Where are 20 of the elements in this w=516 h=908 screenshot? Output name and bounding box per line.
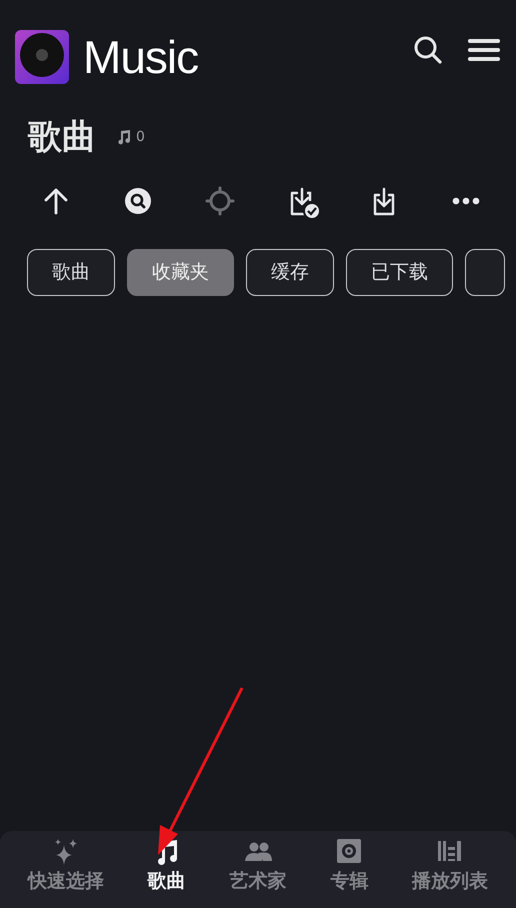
app-logo-text: Music	[83, 37, 198, 77]
crosshair-icon	[206, 187, 234, 215]
album-icon	[335, 837, 364, 865]
nav-tab[interactable]: 播放列表	[408, 837, 492, 908]
filter-chip[interactable]: 已下载	[346, 249, 453, 296]
filter-chip[interactable]: 收藏夹	[127, 249, 234, 296]
search-button[interactable]	[122, 185, 154, 217]
nav-tab[interactable]: 艺术家	[225, 837, 290, 908]
filter-chip[interactable]: 缓存	[246, 249, 334, 296]
nav-tab[interactable]: 专辑	[326, 837, 372, 908]
filter-chip[interactable]: 歌曲	[27, 249, 115, 296]
search-icon	[124, 187, 152, 215]
nav-tab[interactable]: 快速选择	[24, 837, 108, 908]
up-arrow-icon	[42, 187, 70, 215]
filter-chip[interactable]	[465, 249, 505, 296]
song-count: 0	[136, 128, 145, 147]
page-title: 歌曲	[28, 116, 96, 159]
logo-icon	[15, 30, 69, 84]
more-icon	[452, 197, 480, 205]
search-button[interactable]	[412, 34, 444, 66]
